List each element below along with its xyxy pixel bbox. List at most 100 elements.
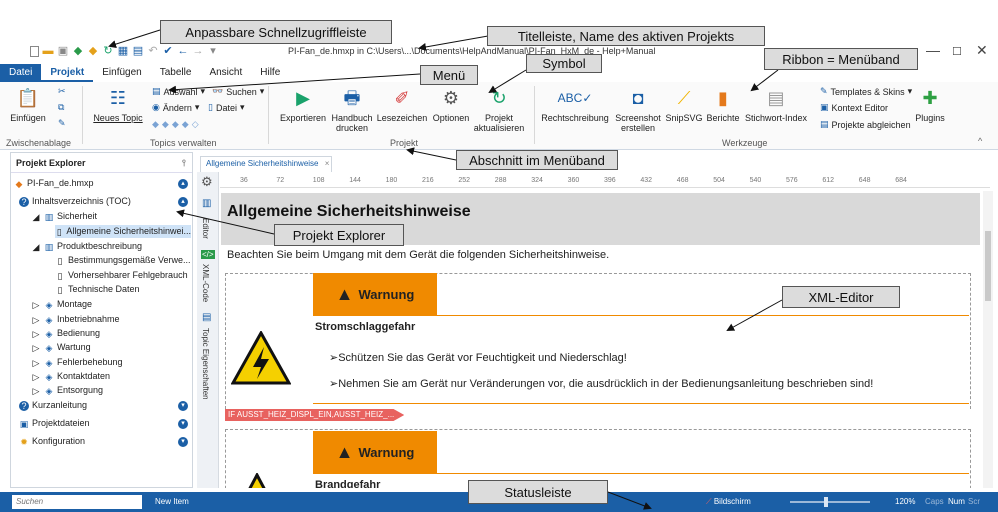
forward-arrow-icon[interactable]: → [192, 45, 204, 57]
conditional-text-tag[interactable]: IF AUSST_HEIZ_DISPL_EIN,AUSST_HEIZ_... [225, 409, 405, 421]
aendern-button[interactable]: ◉ Ändern ▾ [152, 102, 199, 113]
tree-item-montage[interactable]: ▷ ◈ Montage [31, 298, 93, 311]
stichwort-index-button[interactable]: ▤ Stichwort-Index [744, 86, 808, 123]
snipsvg-button[interactable]: ⟋ SnipSVG [664, 86, 704, 123]
move-arrows[interactable]: ◆ ◆ ◆ ◆ ◇ [152, 119, 199, 130]
menu-tabelle[interactable]: Tabelle [151, 64, 201, 82]
tree-item-sicherheit[interactable]: ◢ ▥ Sicherheit [31, 210, 98, 223]
lesezeichen-button[interactable]: ✐ Lesezeichen [377, 86, 428, 123]
move-down-icon[interactable]: ◆ [182, 119, 189, 130]
exportieren-button[interactable]: ▶ Exportieren [278, 86, 328, 123]
tree-toc[interactable]: ? Inhaltsverzeichnis (TOC) [19, 195, 131, 208]
tree-item-fehlerbehebung[interactable]: ▷ ◈ Fehlerbehebung [31, 356, 123, 369]
suchen-button[interactable]: 👓 Suchen ▾ [212, 86, 264, 97]
vertical-scrollbar[interactable] [983, 191, 993, 488]
screen-mode[interactable]: ⟋ Bildschirm [706, 497, 751, 507]
zoom-slider[interactable] [790, 501, 870, 503]
minimize-icon[interactable]: — [926, 42, 940, 58]
move-up-icon[interactable]: ◆ [152, 119, 159, 130]
expand-kurzanleitung-icon[interactable]: ▾ [178, 401, 188, 411]
save-icon[interactable]: ▣ [57, 45, 69, 57]
back-arrow-icon[interactable]: ← [177, 45, 189, 57]
projekt-aktualisieren-button[interactable]: ↻ Projekt aktualisieren [474, 86, 525, 133]
optionen-button[interactable]: ⚙ Optionen [430, 86, 472, 123]
move-right-icon[interactable]: ◆ [172, 119, 179, 130]
menu-hilfe[interactable]: Hilfe [251, 64, 289, 82]
tab-xml-code[interactable]: XML-Code [201, 264, 210, 302]
file-icon: ▯ [208, 102, 213, 112]
help-icon: ? [19, 400, 29, 411]
topic-icon[interactable]: ◆ [72, 45, 84, 57]
collapse-toc-icon[interactable]: ▴ [178, 197, 188, 207]
tree-item-kontaktdaten[interactable]: ▷ ◈ Kontaktdaten [31, 370, 111, 383]
scrollbar-thumb[interactable] [985, 231, 991, 301]
expand-projektdateien-icon[interactable]: ▾ [178, 419, 188, 429]
tree-item-entsorgung[interactable]: ▷ ◈ Entsorgung [31, 384, 104, 397]
kontext-editor-button[interactable]: ▣ Kontext Editor [820, 102, 888, 113]
zoom-slider-thumb[interactable] [824, 497, 828, 507]
cut-icon[interactable]: ✂ [58, 86, 66, 97]
tab-document[interactable]: Allgemeine Sicherheitshinweise × [200, 156, 332, 172]
auswahl-button[interactable]: ▤ Auswahl ▾ [152, 86, 205, 97]
tree-project-root[interactable]: ◆ PI-Fan_de.hmxp [14, 177, 94, 190]
handbuch-drucken-button[interactable]: 🖶 Handbuch drucken [330, 86, 374, 133]
close-tab-icon[interactable]: × [325, 159, 330, 168]
rechtschreibung-button[interactable]: ABC✓ Rechtschreibung [538, 86, 612, 123]
hazard1-bullet-2[interactable]: ➢Nehmen Sie am Gerät nur Veränderungen v… [329, 377, 873, 390]
tree-konfiguration[interactable]: ✹ Konfiguration [19, 435, 85, 448]
menu-projekt[interactable]: Projekt [41, 64, 94, 82]
neues-topic-button[interactable]: ☷ Neues Topic [88, 86, 148, 123]
tab-editor[interactable]: Editor [201, 218, 210, 239]
search-input[interactable] [12, 495, 142, 509]
new-file-icon[interactable] [30, 45, 39, 57]
open-folder-icon[interactable]: ▬ [42, 45, 54, 57]
intro-paragraph[interactable]: Beachten Sie beim Umgang mit dem Gerät d… [227, 249, 609, 261]
templates-skins-button[interactable]: ✎ Templates & Skins ▾ [820, 86, 912, 97]
maximize-icon[interactable]: ☐ [952, 45, 962, 58]
menu-datei[interactable]: Datei [0, 64, 42, 82]
plugins-button[interactable]: ✚ Plugins [912, 86, 948, 123]
topic-heading[interactable]: Allgemeine Sicherheitshinweise [227, 203, 471, 221]
datei-button[interactable]: ▯ Datei ▾ [208, 102, 245, 113]
expand-icon: ◢ [32, 241, 40, 252]
check-icon[interactable]: ✔ [162, 45, 174, 57]
copy-icon[interactable]: ⧉ [58, 102, 64, 113]
export-icon[interactable]: ◆ [87, 45, 99, 57]
close-icon[interactable]: ✕ [976, 42, 988, 59]
settings-gear-icon[interactable]: ⚙ [201, 174, 213, 190]
menu-einfuegen[interactable]: Einfügen [93, 64, 150, 82]
einfuegen-button[interactable]: 📋 Einfügen [8, 86, 48, 123]
tree-item-fehlgebrauch[interactable]: ▯ Vorhersehbarer Fehlgebrauch [55, 269, 188, 282]
tree-item-bestimmungsgemaesse[interactable]: ▯ Bestimmungsgemäße Verwe... [55, 254, 191, 267]
expand-konfiguration-icon[interactable]: ▾ [178, 437, 188, 447]
group-label-topics: Topics verwalten [150, 138, 217, 148]
table-icon[interactable]: ▤ [132, 45, 144, 57]
collapse-project-icon[interactable]: ▴ [178, 179, 188, 189]
hazard-title-1[interactable]: Stromschlaggefahr [315, 321, 415, 333]
tree-item-produktbeschreibung[interactable]: ◢ ▥ Produktbeschreibung [31, 240, 143, 253]
collapse-ribbon-icon[interactable]: ^ [978, 136, 982, 146]
berichte-button[interactable]: ▮ Berichte [704, 86, 742, 123]
tree-item-bedienung[interactable]: ▷ ◈ Bedienung [31, 327, 101, 340]
projekte-abgleichen-button[interactable]: ▤ Projekte abgleichen [820, 119, 911, 130]
tree-projektdateien[interactable]: ▣ Projektdateien [19, 417, 90, 430]
tree-item-wartung[interactable]: ▷ ◈ Wartung [31, 341, 91, 354]
refresh-icon[interactable]: ↻ [102, 45, 114, 57]
undo-icon[interactable]: ↶ [147, 45, 159, 57]
project-explorer: Projekt Explorer ⫯ ◆ PI-Fan_de.hmxp ▴ ? In… [10, 152, 193, 488]
tree-item-allgemeine-sicherheitshinweise[interactable]: ▯ Allgemeine Sicherheitshinwei... [55, 225, 191, 238]
customize-qat-icon[interactable]: ▾ [207, 45, 219, 57]
tree-item-technische-daten[interactable]: ▯ Technische Daten [55, 283, 140, 296]
tree-item-inbetriebnahme[interactable]: ▷ ◈ Inbetriebnahme [31, 313, 120, 326]
move-left-icon[interactable]: ◆ [162, 119, 169, 130]
format-painter-icon[interactable]: ✎ [58, 118, 66, 129]
menu-ansicht[interactable]: Ansicht [200, 64, 251, 82]
screenshot-erstellen-button[interactable]: ◘ Screenshot erstellen [614, 86, 662, 133]
grid-icon[interactable]: ▦ [117, 45, 129, 57]
pin-icon[interactable]: ⫯ [182, 153, 186, 172]
tree-kurzanleitung[interactable]: ? Kurzanleitung [19, 399, 87, 412]
hazard-title-2[interactable]: Brandgefahr [315, 479, 380, 488]
tab-topic-eigenschaften[interactable]: Topic Eigenschaften [201, 328, 210, 400]
goto-icon[interactable]: ◇ [192, 119, 199, 130]
hazard1-bullet-1[interactable]: ➢Schützen Sie das Gerät vor Feuchtigkeit… [329, 351, 627, 364]
